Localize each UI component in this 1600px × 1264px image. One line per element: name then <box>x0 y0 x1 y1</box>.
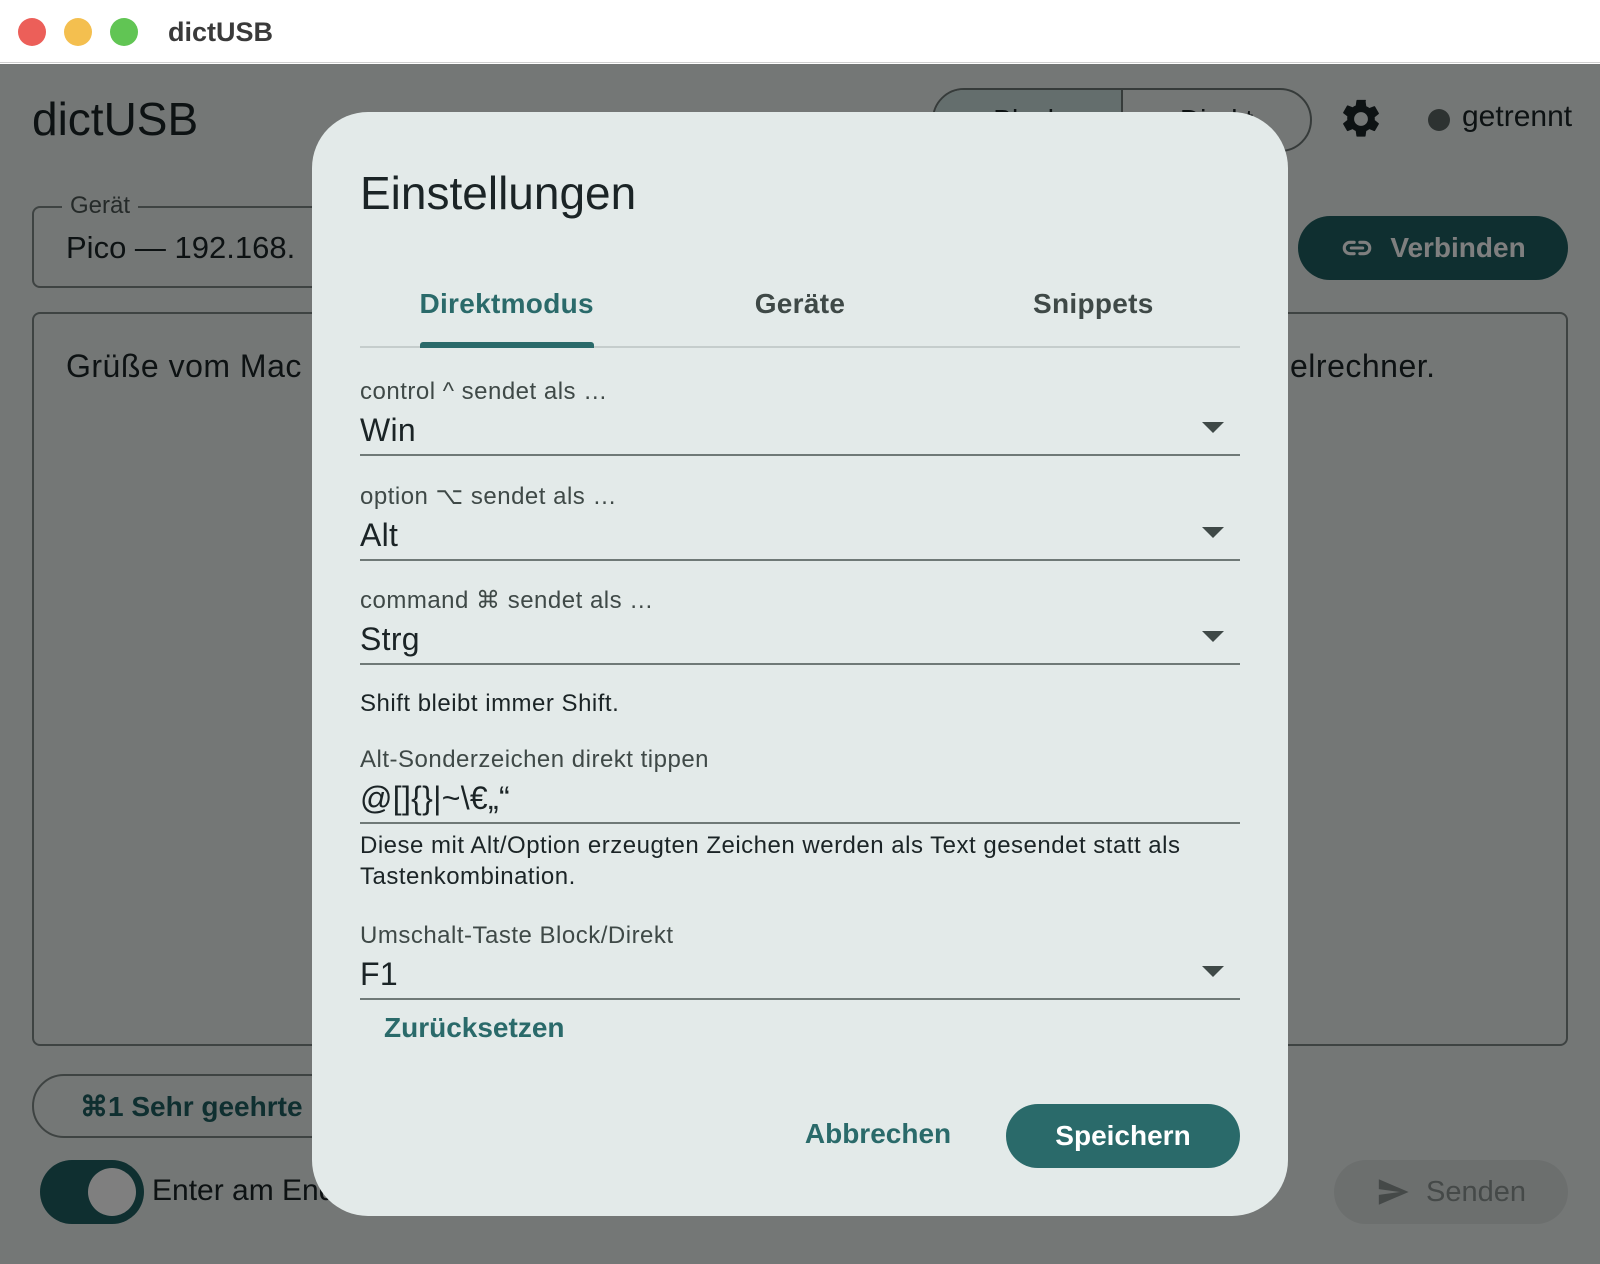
control-mapping-label: control ^ sendet als … <box>360 378 608 405</box>
tab-direktmodus[interactable]: Direktmodus <box>360 262 653 348</box>
triangle-down-icon <box>1202 631 1224 642</box>
switch-key-value: F1 <box>360 956 398 992</box>
alt-chars-field[interactable]: Alt-Sonderzeichen direkt tippen @[]{}|~\… <box>360 746 1240 824</box>
cancel-button-label: Abbrechen <box>804 1118 952 1149</box>
command-mapping-select[interactable]: Strg <box>360 621 1240 665</box>
control-mapping-value: Win <box>360 412 417 448</box>
command-mapping-value: Strg <box>360 621 420 657</box>
window-minimize-button[interactable] <box>64 18 92 46</box>
window-maximize-button[interactable] <box>110 18 138 46</box>
command-mapping-field[interactable]: command ⌘ sendet als … Strg <box>360 586 1240 665</box>
reset-button[interactable]: Zurücksetzen <box>384 1012 565 1044</box>
command-mapping-label: command ⌘ sendet als … <box>360 587 654 614</box>
alt-chars-help: Diese mit Alt/Option erzeugten Zeichen w… <box>360 832 1181 890</box>
tab-geraete-label: Geräte <box>754 288 846 319</box>
active-tab-indicator <box>420 342 594 348</box>
save-button[interactable]: Speichern <box>1006 1104 1240 1168</box>
triangle-down-icon <box>1202 527 1224 538</box>
control-mapping-field[interactable]: control ^ sendet als … Win <box>360 378 1240 456</box>
option-mapping-field[interactable]: option ⌥ sendet als … Alt <box>360 482 1240 561</box>
tab-geraete[interactable]: Geräte <box>653 262 946 346</box>
tab-direktmodus-label: Direktmodus <box>419 288 594 319</box>
direktmodus-settings-panel: control ^ sendet als … Win option ⌥ send… <box>360 352 1240 1168</box>
dialog-title: Einstellungen <box>360 167 637 219</box>
alt-chars-label: Alt-Sonderzeichen direkt tippen <box>360 746 710 773</box>
cancel-button[interactable]: Abbrechen <box>788 1104 968 1164</box>
triangle-down-icon <box>1202 966 1224 977</box>
tab-snippets[interactable]: Snippets <box>947 262 1240 346</box>
window-titlebar: dictUSB <box>0 0 1600 63</box>
switch-key-label: Umschalt-Taste Block/Direkt <box>360 922 674 949</box>
switch-key-select[interactable]: F1 <box>360 956 1240 1000</box>
option-mapping-label: option ⌥ sendet als … <box>360 483 617 510</box>
window-title: dictUSB <box>168 17 274 47</box>
switch-key-field[interactable]: Umschalt-Taste Block/Direkt F1 <box>360 922 1240 1000</box>
tab-snippets-label: Snippets <box>1033 288 1154 319</box>
shift-note: Shift bleibt immer Shift. <box>360 690 620 717</box>
option-mapping-value: Alt <box>360 517 399 553</box>
window-close-button[interactable] <box>18 18 46 46</box>
settings-tabs: Direktmodus Geräte Snippets <box>360 262 1240 348</box>
save-button-label: Speichern <box>1055 1120 1191 1151</box>
alt-chars-value: @[]{}|~\€„“ <box>360 780 510 816</box>
alt-chars-input[interactable]: @[]{}|~\€„“ <box>360 780 1240 824</box>
control-mapping-select[interactable]: Win <box>360 412 1240 456</box>
settings-dialog: Einstellungen Direktmodus Geräte Snippet… <box>312 112 1288 1216</box>
triangle-down-icon <box>1202 422 1224 433</box>
option-mapping-select[interactable]: Alt <box>360 517 1240 561</box>
